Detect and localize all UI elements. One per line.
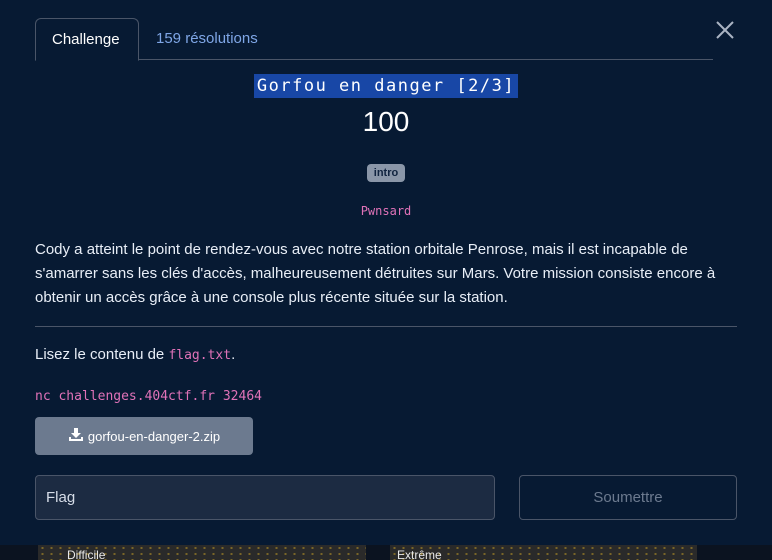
close-icon[interactable] [713,18,737,42]
divider [35,326,737,327]
flag-input[interactable] [35,475,495,520]
challenge-description: Cody a atteint le point de rendez-vous a… [35,241,716,306]
flag-filename: flag.txt [168,348,232,363]
challenge-title: Gorfou en danger [2/3] [253,74,519,98]
tab-resolutions[interactable]: 159 résolutions [140,18,274,60]
background-cards-strip: Difficile Extrême [0,545,772,560]
tab-bar: Challenge 159 résolutions [35,18,713,61]
tab-challenge[interactable]: Challenge [35,18,139,61]
background-card[interactable]: Extrême [390,545,697,560]
category-badge: intro [366,164,406,182]
instruction-suffix: . [231,346,236,363]
challenge-author: Pwnsard [360,204,412,218]
attachment-filename: gorfou-en-danger-2.zip [87,428,221,444]
download-attachment-button[interactable]: gorfou-en-danger-2.zip [35,417,253,455]
badge-wrapper: intro [0,163,772,182]
title-wrapper: Gorfou en danger [2/3] [0,74,772,98]
card-difficulty-label: Difficile [67,548,106,560]
background-card[interactable]: Difficile [38,545,366,560]
challenge-modal: Challenge 159 résolutions Gorfou en dang… [0,0,772,545]
challenge-points: 100 [362,106,410,137]
netcat-command: nc challenges.404ctf.fr 32464 [35,389,262,404]
submit-button[interactable]: Soumettre [519,475,737,520]
instruction-prefix: Lisez le contenu de [35,346,169,363]
download-icon [68,427,84,445]
instruction-text: Lisez le contenu de flag.txt. [35,345,235,366]
card-difficulty-label: Extrême [397,548,442,560]
